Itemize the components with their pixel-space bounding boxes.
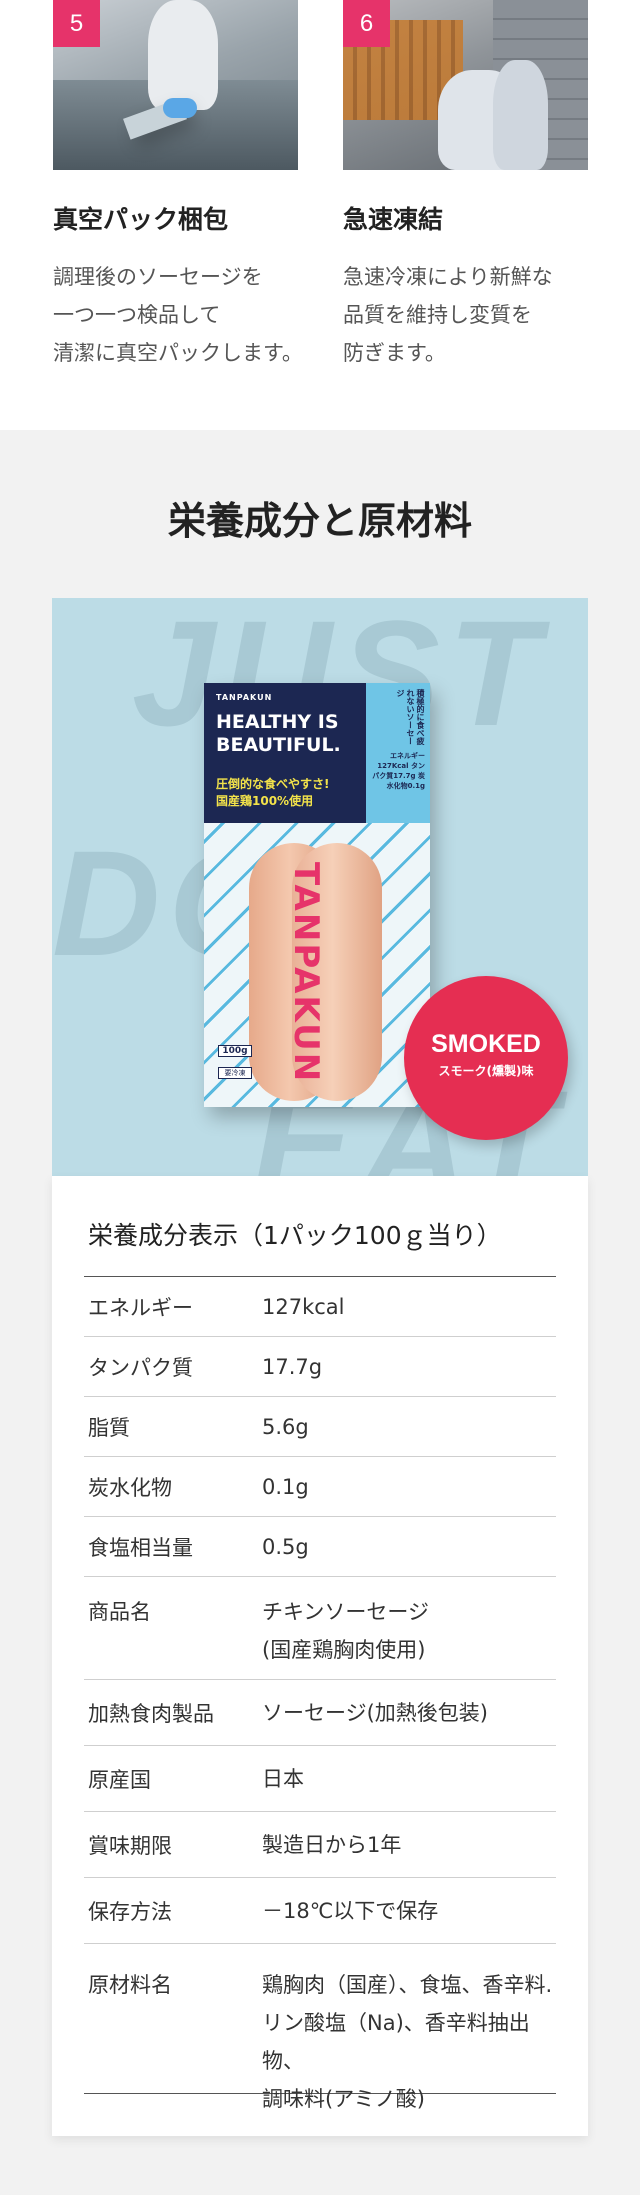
table-row: 脂質 5.6g (84, 1397, 556, 1457)
table-row: 原材料名 鶏胸肉（国産）、食塩、香辛料. リン酸塩（Na)、香辛料抽出物、 調味… (84, 1944, 556, 2111)
table-row: 炭水化物 0.1g (84, 1457, 556, 1517)
smoked-flavor-badge: SMOKED スモーク(燻製)味 (404, 976, 568, 1140)
product-image: JUST DO EAT TANPAKUN HEALTHY IS BEAUTIFU… (52, 598, 588, 1176)
step-description: 急速冷凍により新鮮な 品質を維持し変質を 防ぎます。 (343, 265, 553, 365)
section-title: 栄養成分と原材料 (167, 499, 472, 543)
table-row: 原産国 日本 (84, 1746, 556, 1812)
step-title: 真空パック梱包 (53, 205, 229, 234)
package-frozen-label: 要冷凍 (218, 1067, 252, 1079)
nutrition-table-title: 栄養成分表示（1パック100ｇ当り） (88, 1221, 502, 1250)
table-row: 賞味期限 製造日から1年 (84, 1812, 556, 1878)
step-number-badge: 6 (343, 0, 390, 47)
table-row: 加熱食肉製品 ソーセージ(加熱後包装) (84, 1680, 556, 1746)
process-steps: 5 真空パック梱包 調理後のソーセージを 一つ一つ検品して 清潔に真空パックしま… (0, 0, 640, 430)
package-subline: 圧倒的な食べやすさ! 国産鶏100%使用 (216, 777, 330, 808)
package-vertical-name: TANPAKUN (286, 862, 326, 1084)
step-photo-vacuum-pack: 5 (53, 0, 298, 170)
table-row: 商品名 チキンソーセージ (国産鶏胸肉使用) (84, 1577, 556, 1680)
step-card-5: 5 真空パック梱包 調理後のソーセージを 一つ一つ検品して 清潔に真空パックしま… (53, 0, 313, 372)
package-weight: 100g (218, 1045, 252, 1057)
package-brand: TANPAKUN (216, 693, 273, 702)
table-row: 保存方法 －18℃以下で保存 (84, 1878, 556, 1944)
package-side-panel: 積極的に食べ疲れないソーセージ エネルギー127Kcal タンパク質17.7g … (366, 683, 430, 823)
table-row: 食塩相当量 0.5g (84, 1517, 556, 1577)
step-title: 急速凍結 (343, 205, 444, 234)
nutrition-section: 栄養成分と原材料 JUST DO EAT TANPAKUN HEALTHY IS… (0, 430, 640, 2195)
step-description: 調理後のソーセージを 一つ一つ検品して 清潔に真空パックします。 (53, 265, 303, 365)
step-number-badge: 5 (53, 0, 100, 47)
product-package: TANPAKUN HEALTHY IS BEAUTIFUL. 圧倒的な食べやすさ… (204, 683, 430, 1107)
nutrition-table: エネルギー 127kcal タンパク質 17.7g 脂質 5.6g 炭水化物 0… (84, 1276, 556, 2111)
nutrition-table-card: 栄養成分表示（1パック100ｇ当り） エネルギー 127kcal タンパク質 1… (52, 1176, 588, 2136)
package-headline: HEALTHY IS BEAUTIFUL. (216, 711, 341, 756)
step-photo-quick-freeze: 6 (343, 0, 588, 170)
table-row: タンパク質 17.7g (84, 1337, 556, 1397)
table-row: エネルギー 127kcal (84, 1277, 556, 1337)
step-card-6: 6 急速凍結 急速冷凍により新鮮な 品質を維持し変質を 防ぎます。 (343, 0, 603, 372)
